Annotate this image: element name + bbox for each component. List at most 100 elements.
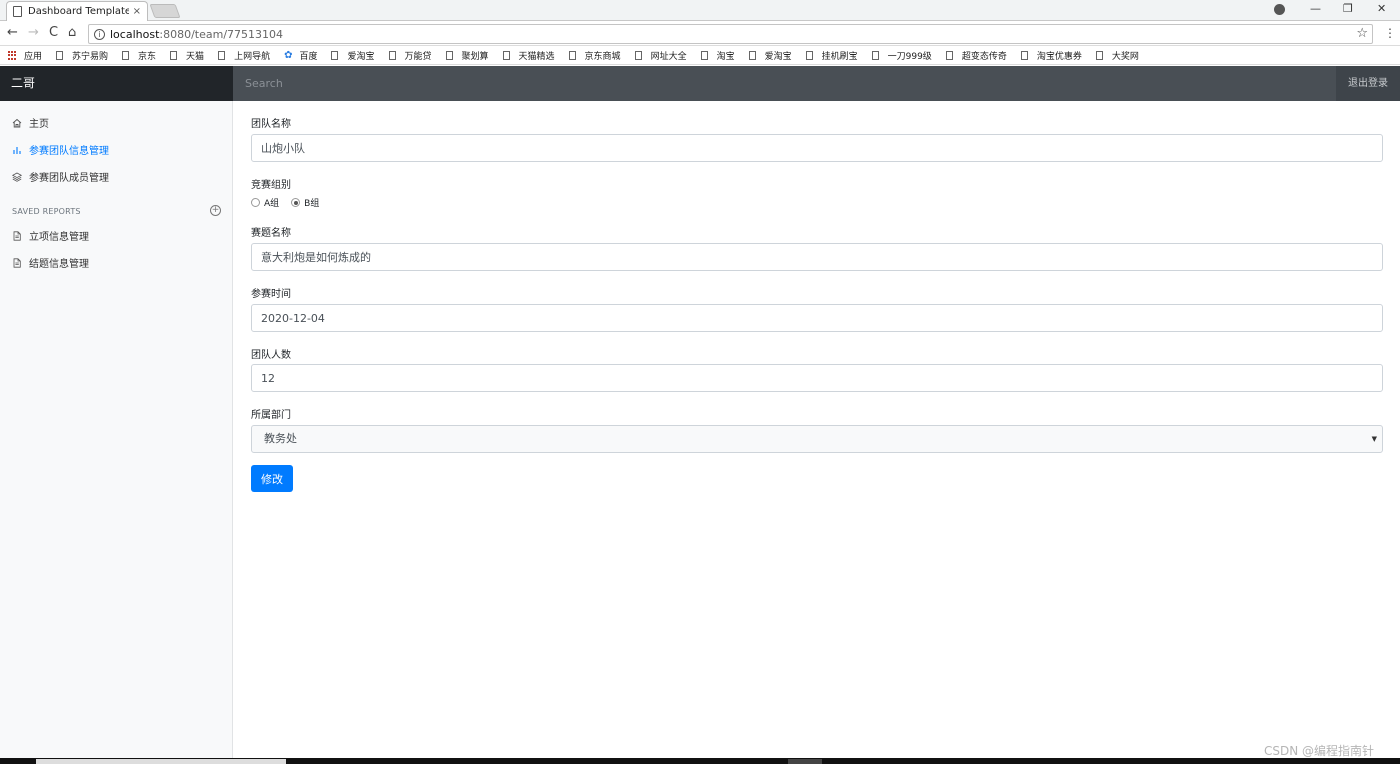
sidebar-item-team-members[interactable]: 参赛团队成员管理 [12,169,109,184]
page-icon [502,51,510,60]
count-label: 团队人数 [251,350,291,361]
bookmark-item[interactable]: 应用 [24,49,42,62]
tab-title: Dashboard Template fo [28,6,129,17]
bookmark-star-icon[interactable]: ☆ [1356,26,1368,41]
brand-logo[interactable]: 二哥 [0,66,233,101]
radio-group-a[interactable] [251,198,260,207]
signout-link[interactable]: 退出登录 [1336,66,1400,101]
reload-icon[interactable]: C [49,26,58,40]
forward-icon[interactable]: → [28,26,39,40]
sidebar-item-label: 结题信息管理 [29,259,89,270]
date-input[interactable] [251,304,1383,332]
bookmark-item[interactable]: 淘宝 [700,49,735,62]
bookmark-item[interactable]: 挂机刷宝 [805,49,858,62]
sidebar-item-label: 立项信息管理 [29,232,89,243]
back-icon[interactable]: ← [7,26,18,40]
tab-close-icon[interactable]: × [133,6,141,17]
page-icon [568,51,576,60]
page-icon [871,51,879,60]
minimize-icon[interactable]: — [1310,2,1321,15]
page-icon [331,51,339,60]
team-name-input[interactable] [251,134,1383,162]
count-input[interactable] [251,364,1383,392]
page-icon [1095,51,1103,60]
file-text-icon [12,230,22,241]
browser-menu-icon[interactable]: ⋮ [1384,26,1396,40]
topic-input[interactable] [251,243,1383,271]
bookmark-item[interactable]: 天猫 [170,49,204,62]
layers-icon [12,172,22,182]
profile-icon[interactable] [1274,4,1285,15]
browser-tabstrip: Dashboard Template fo × — ❐ ✕ [0,0,1400,21]
sidebar-item-conclusion-info[interactable]: 结题信息管理 [12,255,89,270]
bookmark-item[interactable]: ✿ 百度 [284,49,317,62]
page-icon [1020,51,1028,60]
apps-grid-icon[interactable] [8,50,18,61]
sidebar-item-home[interactable]: 主页 [12,115,49,130]
bookmark-item[interactable]: 万能贷 [388,49,432,62]
page-icon [945,51,953,60]
bookmark-item[interactable]: 京东 [122,49,156,62]
page-icon [748,51,756,60]
watermark: CSDN @编程指南针 [1264,744,1375,758]
bookmark-item[interactable]: 网址大全 [634,49,687,62]
sidebar: 主页 参赛团队信息管理 参赛团队成员管理 SAVED REPORTS + 立项信… [0,101,233,758]
page-icon [805,51,813,60]
sidebar-item-label: 主页 [29,119,49,130]
browser-toolbar: ← → C ⌂ i localhost:8080/team/77513104 ☆… [0,22,1400,46]
bar-chart-icon [12,145,22,155]
date-label: 参赛时间 [251,289,291,300]
page-icon [122,51,130,60]
info-icon[interactable]: i [94,28,105,40]
radio-group-b[interactable] [291,198,301,207]
search-input[interactable] [233,66,1336,101]
page-icon [388,51,396,60]
dept-selected-value: 教务处 [264,432,297,445]
bookmark-item[interactable]: 一刀999级 [871,49,932,62]
sidebar-item-project-info[interactable]: 立项信息管理 [12,228,89,243]
sidebar-item-team-info[interactable]: 参赛团队信息管理 [12,142,109,157]
bookmark-item[interactable]: 聚划算 [445,49,489,62]
bookmark-item[interactable]: 苏宁易购 [56,49,108,62]
taskbar-item[interactable] [36,759,286,764]
topic-label: 赛题名称 [251,228,291,239]
page-icon [445,51,453,60]
page-icon [218,51,226,60]
team-name-label: 团队名称 [251,119,291,130]
dept-select[interactable]: 教务处 ▼ [251,425,1383,453]
url-path: :8080/team/77513104 [159,27,284,41]
saved-reports-heading: SAVED REPORTS [12,207,81,216]
bookmark-item[interactable]: 爱淘宝 [331,49,375,62]
paw-icon: ✿ [284,50,293,61]
page-icon [13,6,22,17]
bookmark-item[interactable]: 天猫精选 [502,49,555,62]
plus-circle-icon[interactable]: + [210,205,221,216]
bookmark-item[interactable]: 超变态传奇 [945,49,1007,62]
page-icon [170,51,178,60]
url-host: localhost [110,27,160,41]
top-navbar: 二哥 退出登录 [0,66,1400,101]
dept-label: 所属部门 [251,410,291,421]
home-icon[interactable]: ⌂ [68,26,76,40]
page-icon [56,51,64,60]
bookmark-item[interactable]: 上网导航 [218,49,270,62]
bookmark-item[interactable]: 淘宝优惠券 [1020,49,1082,62]
page-icon [700,51,708,60]
taskbar-item[interactable] [788,759,822,764]
bookmark-item[interactable]: 京东商城 [568,49,621,62]
address-bar[interactable]: i localhost:8080/team/77513104 ☆ [88,24,1373,44]
restore-icon[interactable]: ❐ [1343,2,1353,15]
sidebar-item-label: 参赛团队信息管理 [29,146,109,157]
radio-label-b: B组 [304,199,320,209]
new-tab-button[interactable] [149,4,181,18]
bookmarks-bar: 应用 苏宁易购 京东 天猫 上网导航 ✿ 百度 爱淘宝 万能贷 聚划算 天猫精选 … [0,47,1400,65]
taskbar [0,758,1400,764]
main-content: 团队名称 竞赛组别 A组 B组 赛题名称 参赛时间 团队人数 所属部门 教务处 … [233,101,1400,758]
submit-button[interactable]: 修改 [251,465,293,492]
page-icon [634,51,642,60]
bookmark-item[interactable]: 爱淘宝 [748,49,792,62]
browser-tab[interactable]: Dashboard Template fo × [6,1,148,21]
bookmark-item[interactable]: 大奖网 [1095,49,1139,62]
radio-label-a: A组 [264,199,280,209]
window-close-icon[interactable]: ✕ [1377,2,1386,15]
